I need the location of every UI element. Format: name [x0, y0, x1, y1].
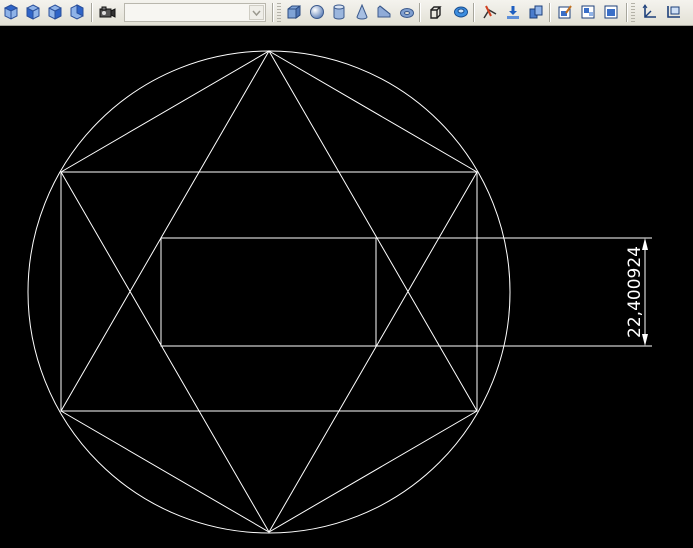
toolbar-separator	[272, 3, 274, 22]
torus-solid-icon[interactable]	[397, 2, 417, 22]
toolbar-separator	[473, 3, 475, 22]
inner-rectangle	[160, 237, 377, 347]
front-view-icon[interactable]	[23, 2, 43, 22]
section-icon[interactable]	[503, 2, 523, 22]
interference-icon[interactable]	[526, 2, 546, 22]
toolbar	[0, 0, 693, 26]
revolve-icon[interactable]	[451, 2, 471, 22]
extrude-icon[interactable]	[426, 2, 446, 22]
setup-view-icon[interactable]	[578, 2, 598, 22]
setup-profile-icon[interactable]	[601, 2, 621, 22]
ucs-icon[interactable]	[640, 2, 660, 22]
circumscribed-circle	[27, 50, 511, 534]
triangle-upward	[60, 50, 478, 412]
sphere-solid-icon[interactable]	[307, 2, 327, 22]
toolbar-separator	[626, 3, 628, 22]
hexagon	[60, 50, 478, 533]
named-view-dropdown[interactable]	[124, 3, 266, 22]
toolbar-grip[interactable]	[277, 3, 281, 22]
toolbar-separator	[549, 3, 551, 22]
top-view-icon[interactable]	[1, 2, 21, 22]
drawing-svg: 22,400924	[27, 50, 652, 534]
ucs-world-icon[interactable]	[664, 2, 684, 22]
left-view-icon[interactable]	[45, 2, 65, 22]
cone-solid-icon[interactable]	[352, 2, 372, 22]
dimension-text[interactable]: 22,400924	[625, 246, 645, 338]
cylinder-solid-icon[interactable]	[329, 2, 349, 22]
chevron-down-icon[interactable]	[249, 5, 264, 20]
toolbar-separator	[419, 3, 421, 22]
drawing-area[interactable]: 22,400924	[0, 26, 693, 548]
camera-icon[interactable]	[97, 2, 117, 22]
slice-icon[interactable]	[480, 2, 500, 22]
wedge-solid-icon[interactable]	[374, 2, 394, 22]
right-view-icon[interactable]	[67, 2, 87, 22]
box-solid-icon[interactable]	[284, 2, 304, 22]
cad-application-window: 22,400924	[0, 0, 693, 548]
toolbar-separator	[91, 3, 93, 22]
toolbar-grip[interactable]	[631, 3, 635, 22]
setup-drawing-icon[interactable]	[555, 2, 575, 22]
triangle-downward	[60, 171, 478, 533]
